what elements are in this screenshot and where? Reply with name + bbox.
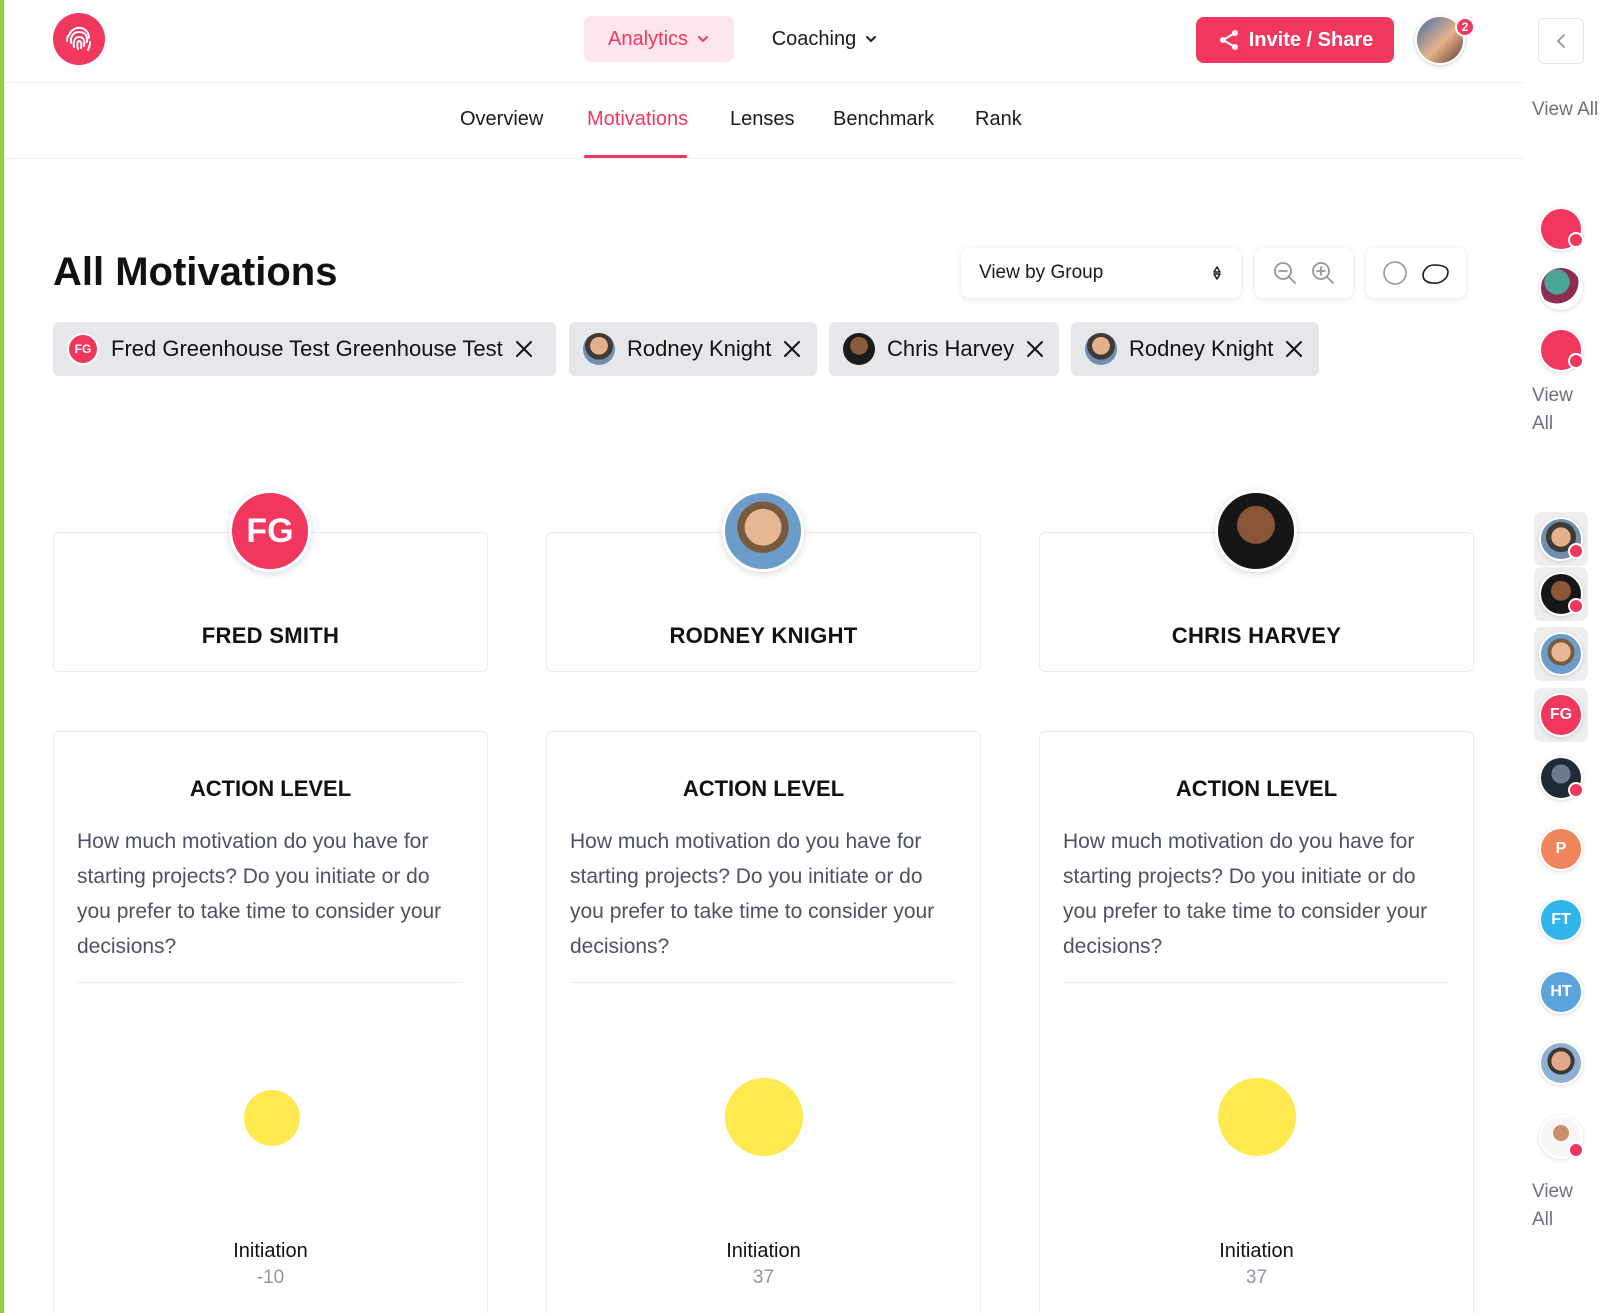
view-by-select-value: View by Group — [979, 262, 1104, 283]
tab-motivations[interactable]: Motivations — [587, 108, 688, 131]
share-icon — [1219, 30, 1238, 50]
nav-coaching-label: Coaching — [771, 27, 857, 50]
tab-bar: Overview Motivations Lenses Benchmark Ra… — [0, 100, 1520, 158]
invite-share-label: Invite / Share — [1248, 28, 1374, 51]
zoom-controls — [1255, 248, 1353, 298]
view-all-link[interactable]: View All — [1532, 96, 1598, 124]
group-avatar[interactable] — [1539, 266, 1583, 310]
tab-overview[interactable]: Overview — [460, 108, 543, 131]
motivation-score: 37 — [1245, 1267, 1268, 1288]
invite-share-button[interactable]: Invite / Share — [1196, 17, 1394, 63]
filter-chip[interactable]: Chris Harvey — [829, 322, 1059, 376]
chevron-down-icon — [698, 36, 709, 43]
view-all-link[interactable]: View All — [1532, 1178, 1592, 1234]
chip-avatar: FG — [67, 333, 99, 365]
chip-avatar — [583, 333, 615, 365]
close-icon[interactable] — [515, 340, 533, 358]
person-avatar — [722, 490, 804, 572]
member-avatar[interactable]: FG — [1539, 693, 1583, 737]
zoom-out-icon[interactable] — [1271, 259, 1299, 287]
motivation-card: ACTION LEVEL How much motivation do you … — [546, 731, 981, 1313]
page-title: All Motivations — [53, 250, 338, 294]
motivation-score: -10 — [256, 1267, 285, 1288]
motivation-score: 37 — [752, 1267, 775, 1288]
blob-shape-icon[interactable] — [1419, 259, 1451, 287]
motivation-title: ACTION LEVEL — [1175, 776, 1338, 801]
close-icon[interactable] — [1285, 340, 1303, 358]
view-by-select[interactable]: View by Group — [961, 248, 1241, 298]
filter-chip[interactable]: Rodney Knight — [1071, 322, 1319, 376]
member-avatar[interactable]: P — [1539, 827, 1583, 871]
close-icon[interactable] — [783, 340, 801, 358]
motivation-dimension: Initiation — [233, 1240, 308, 1262]
member-avatar[interactable]: HT — [1539, 970, 1583, 1014]
person-name: RODNEY KNIGHT — [669, 623, 858, 648]
chip-label: Chris Harvey — [887, 336, 1015, 361]
window-edge — [0, 0, 4, 1313]
notification-badge: 2 — [1455, 17, 1475, 37]
member-avatar[interactable] — [1539, 632, 1583, 676]
motivation-divider — [1063, 982, 1449, 983]
chip-label: Rodney Knight — [1129, 336, 1274, 361]
status-dot — [1568, 1142, 1584, 1158]
chevron-left-icon — [1556, 34, 1565, 48]
status-dot — [1568, 598, 1584, 614]
circle-shape-icon[interactable] — [1381, 259, 1409, 287]
close-icon[interactable] — [1026, 340, 1044, 358]
score-dot — [1218, 1078, 1296, 1156]
nav-analytics-label: Analytics — [607, 27, 689, 50]
fingerprint-logo-icon[interactable] — [53, 13, 105, 65]
score-dot — [725, 1078, 803, 1156]
filter-chip[interactable]: FG Fred Greenhouse Test Greenhouse Test — [53, 322, 556, 376]
tab-rank[interactable]: Rank — [975, 108, 1022, 131]
status-dot — [1568, 782, 1584, 798]
motivation-divider — [77, 982, 463, 983]
motivation-dimension: Initiation — [1219, 1240, 1294, 1262]
member-avatar[interactable] — [1539, 1041, 1583, 1085]
person-avatar — [1215, 490, 1297, 572]
motivation-title: ACTION LEVEL — [682, 776, 845, 801]
chip-avatar — [843, 333, 875, 365]
status-dot — [1568, 543, 1584, 559]
motivation-dimension: Initiation — [726, 1240, 801, 1262]
collapse-sidebar-button[interactable] — [1538, 18, 1584, 64]
chip-label: Fred Greenhouse Test Greenhouse Test — [111, 336, 503, 361]
motivation-card: ACTION LEVEL How much motivation do you … — [1039, 731, 1474, 1313]
zoom-in-icon[interactable] — [1309, 259, 1337, 287]
view-all-link[interactable]: View All — [1532, 382, 1592, 438]
score-dot — [244, 1090, 300, 1146]
person-avatar: FG — [229, 490, 311, 572]
filter-chip[interactable]: Rodney Knight — [569, 322, 817, 376]
nav-coaching[interactable]: Coaching — [760, 16, 890, 62]
chevron-down-icon — [866, 36, 877, 43]
tab-lenses[interactable]: Lenses — [730, 108, 795, 131]
motivation-card: ACTION LEVEL How much motivation do you … — [53, 731, 488, 1313]
motivation-description: How much motivation do you have for star… — [77, 830, 442, 958]
person-name: CHRIS HARVEY — [1171, 623, 1342, 648]
status-dot — [1568, 353, 1584, 369]
nav-analytics[interactable]: Analytics — [584, 16, 734, 62]
member-avatar[interactable]: FT — [1539, 898, 1583, 942]
chip-avatar — [1085, 333, 1117, 365]
person-name: FRED SMITH — [201, 623, 340, 648]
chip-label: Rodney Knight — [627, 336, 772, 361]
motivation-divider — [570, 982, 956, 983]
tabs-divider — [4, 158, 1524, 159]
header-divider — [4, 82, 1524, 83]
tab-benchmark[interactable]: Benchmark — [833, 108, 934, 131]
motivation-description: How much motivation do you have for star… — [570, 830, 935, 958]
motivation-title: ACTION LEVEL — [189, 776, 352, 801]
status-dot — [1568, 232, 1584, 248]
shape-toggle — [1366, 248, 1466, 298]
motivation-description: How much motivation do you have for star… — [1063, 830, 1428, 958]
sort-arrows-icon — [1213, 266, 1221, 280]
